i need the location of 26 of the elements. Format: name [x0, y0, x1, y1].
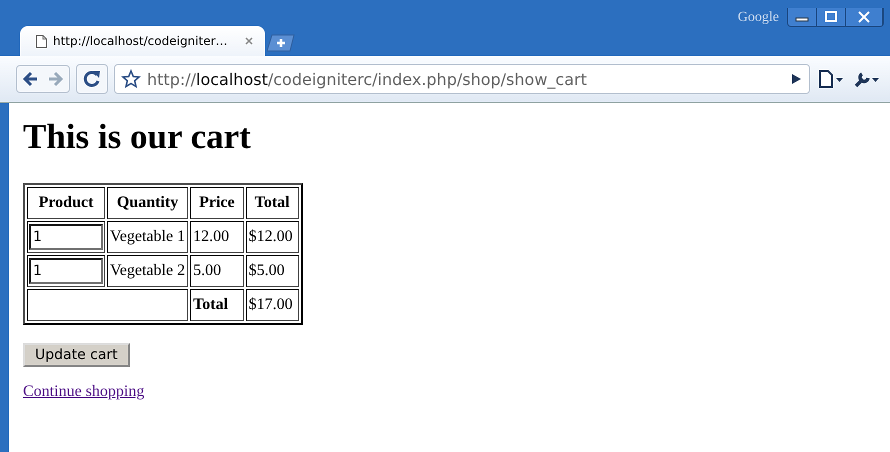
table-cell: Vegetable 1	[107, 221, 188, 253]
table-cell: 5.00	[190, 255, 244, 287]
column-header: Total	[246, 187, 299, 219]
column-header: Quantity	[107, 187, 188, 219]
page-heading: This is our cart	[23, 117, 252, 157]
table-cell: $17.00	[246, 289, 299, 321]
play-icon[interactable]	[789, 72, 803, 86]
table-cell: Total	[190, 289, 244, 321]
column-header: Price	[190, 187, 244, 219]
page-icon	[36, 34, 47, 48]
quantity-field[interactable]: 1	[29, 258, 103, 284]
quantity-field[interactable]: 1	[29, 224, 103, 250]
table-cell: $5.00	[246, 255, 299, 287]
star-icon[interactable]	[121, 69, 141, 89]
update-cart-button[interactable]: Update cart	[23, 343, 130, 367]
table-cell: 12.00	[190, 221, 244, 253]
brand-label: Google	[738, 10, 779, 26]
table-cell: $12.00	[246, 221, 299, 253]
column-header: Product	[27, 187, 105, 219]
address-field[interactable]: http://localhost/codeigniterc/index.php/shop/show_cart	[114, 64, 810, 94]
table-cell: Vegetable 2	[107, 255, 188, 287]
continue-shopping-link[interactable]: Continue shopping	[23, 383, 144, 401]
reload-icon[interactable]	[76, 64, 108, 94]
page-menu-icon[interactable]	[816, 68, 846, 90]
browser-tab[interactable]: http://localhost/codeigniter…	[20, 26, 265, 56]
new-tab-icon[interactable]	[267, 34, 295, 52]
